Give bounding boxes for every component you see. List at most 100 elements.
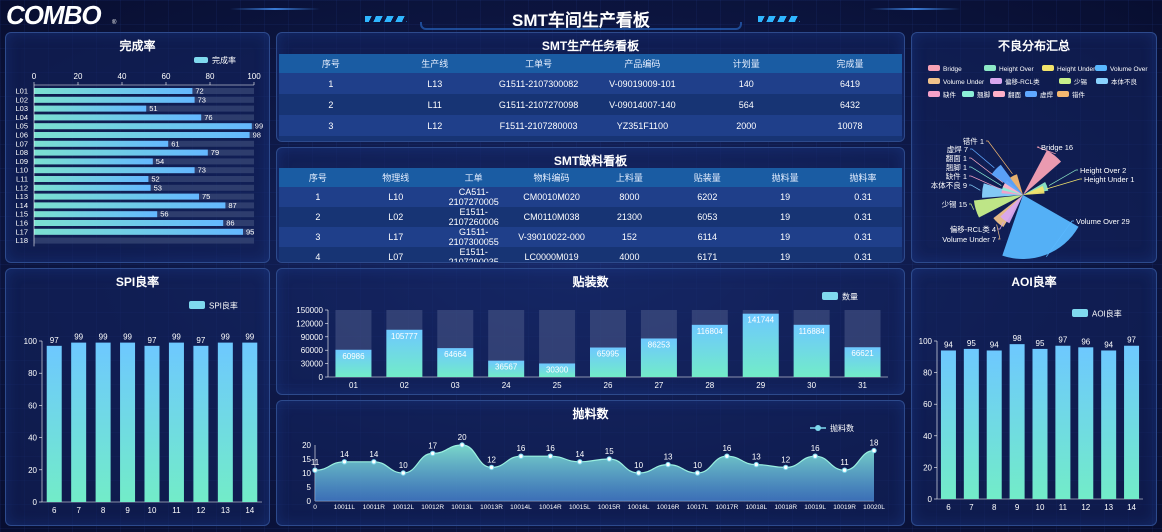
category-label: L11 xyxy=(16,175,28,184)
column-header: 工单 xyxy=(464,173,483,183)
header: COMBO ® SMT车间生产看板 xyxy=(0,0,1162,30)
data-label: 95 xyxy=(1036,339,1045,348)
table-row[interactable]: 3 L12 F1511-2107280003 YZ351F1100 2000 10078 xyxy=(279,115,902,136)
table-cell: 3 xyxy=(328,120,334,131)
x-tick-label: 11 xyxy=(172,506,181,515)
slice-label: Height Over 2 xyxy=(1080,166,1126,175)
column-header: 完成量 xyxy=(836,59,864,69)
data-label: 105777 xyxy=(391,332,418,341)
x-tick-label: 0 xyxy=(313,504,317,511)
data-label: 98 xyxy=(253,131,261,140)
data-label: 95 xyxy=(246,227,254,236)
bar xyxy=(34,167,195,174)
x-tick-label: 6 xyxy=(946,503,951,512)
data-label: 12 xyxy=(781,455,790,464)
data-label: 76 xyxy=(204,113,212,122)
table-cell: 0.31 xyxy=(854,232,872,242)
category-label: L02 xyxy=(15,95,28,104)
legend-swatch xyxy=(993,91,1005,97)
x-tick-label: 10017R xyxy=(716,504,739,511)
data-label: 97 xyxy=(196,336,205,345)
data-label: 36567 xyxy=(495,363,518,372)
x-tick-label: 30 xyxy=(807,381,816,390)
table-row[interactable]: 2 L11 G1511-2107270098 V-09014007-140 564 643… xyxy=(279,94,902,115)
legend-swatch xyxy=(990,78,1002,84)
x-tick-label: 10 xyxy=(1036,503,1045,512)
table-row[interactable]: 3 L17 G1511-2107300055 V-39010022-000 152 611… xyxy=(279,227,902,247)
data-point xyxy=(429,450,436,457)
aoi-panel: AOI良率 AOI良率 0 20 40 60 80 100 94 6 95 7 94 8 98 9 95 10 9… xyxy=(911,268,1157,526)
bar xyxy=(34,202,226,209)
category-label: L03 xyxy=(15,104,28,113)
legend-swatch xyxy=(1057,91,1069,97)
x-tick-label: 8 xyxy=(992,503,997,512)
data-label: 61 xyxy=(171,139,179,148)
data-label: 73 xyxy=(198,95,206,104)
table-row[interactable]: 4 L07 E1511-2107290035 LC0000M019 4000 6171 19… xyxy=(279,247,902,263)
data-label: 11 xyxy=(311,458,320,467)
spi-panel: SPI良率 SPI良率 0 20 40 60 80 100 97 6 99 7 99 8 99 9 97 10 9… xyxy=(5,268,270,526)
data-point xyxy=(488,464,495,471)
slice-label: Volume Under 7 xyxy=(942,235,996,244)
defects-panel: 不良分布汇总 Bridge Height Over Height Under Volu… xyxy=(911,32,1157,263)
table-cell: 6419 xyxy=(840,78,861,89)
bar xyxy=(1055,345,1071,499)
y-tick-label: 0 xyxy=(319,373,324,382)
data-point xyxy=(606,456,612,462)
data-label: 10 xyxy=(634,461,643,470)
table-cell: E1511-2107260006 xyxy=(448,207,499,227)
x-tick-label: 10019L xyxy=(804,504,826,511)
legend-label: Volume Under xyxy=(943,79,985,86)
table-row[interactable]: 2 L02 E1511-2107260006 CM0110M038 21300 6053 1… xyxy=(279,207,902,227)
data-label: 14 xyxy=(369,450,378,459)
y-tick-label: 30000 xyxy=(301,360,324,369)
table-cell: 6171 xyxy=(697,252,718,262)
table-row[interactable]: 4L09F2511-2107280001YZ353F24002510610 xyxy=(279,136,902,143)
data-label: 99 xyxy=(99,333,108,342)
bar xyxy=(34,105,147,112)
category-label: L06 xyxy=(15,131,28,140)
shortage-panel: SMT缺料看板 序号 物理线 工单 物料编码 上料量 贴装量 抛料量 抛料率 1 L10 CA511… xyxy=(276,147,905,263)
data-label: 14 xyxy=(340,450,349,459)
data-label: 116884 xyxy=(799,327,826,336)
bar xyxy=(95,342,111,502)
column-header: 生产线 xyxy=(421,59,449,69)
slice-label: 偏移-RCL类 4 xyxy=(950,224,996,234)
table-cell: 25 xyxy=(694,142,798,143)
data-label: 99 xyxy=(172,333,181,342)
bar xyxy=(144,345,160,502)
data-label: 116804 xyxy=(697,327,724,336)
data-label: 87 xyxy=(228,201,236,210)
data-label: 99 xyxy=(245,333,254,342)
mount-panel: 贴装数 数量 0 30000 60000 90000 120000 150000 60986 0… xyxy=(276,268,905,395)
x-tick-label: 9 xyxy=(125,506,130,515)
x-tick-label: 14 xyxy=(1127,503,1136,512)
y-tick-label: 120000 xyxy=(296,319,323,328)
slice-label: 少锡 15 xyxy=(942,200,967,209)
table-cell: 4 xyxy=(315,252,321,262)
table-cell: L07 xyxy=(388,252,404,262)
table-cell: L11 xyxy=(427,99,442,110)
data-label: 86 xyxy=(226,219,234,228)
data-label: 10 xyxy=(693,461,702,470)
x-tick-label: 10012L xyxy=(392,504,414,511)
table-cell: 10078 xyxy=(837,120,863,131)
x-tick-label: 24 xyxy=(502,381,511,390)
data-label: 94 xyxy=(1104,340,1113,349)
data-label: 13 xyxy=(664,453,673,462)
x-tick-label: 13 xyxy=(221,506,230,515)
legend-label: Bridge xyxy=(943,66,962,73)
y-tick-label: 5 xyxy=(307,483,312,492)
data-label: 14 xyxy=(575,450,584,459)
data-label: 13 xyxy=(752,453,761,462)
table-cell: V-39010022-000 xyxy=(518,232,585,242)
data-label: 16 xyxy=(722,444,731,453)
table-row[interactable]: 1 L13 G1511-2107300082 V-09019009-101 140 641… xyxy=(279,73,902,94)
bar xyxy=(986,350,1002,499)
x-tick-label: 10017L xyxy=(687,504,709,511)
data-label: 15 xyxy=(605,447,614,456)
table-row[interactable]: 1 L10 CA511-2107270005 CM0010M020 8000 6202 19… xyxy=(279,187,902,207)
category-label: L14 xyxy=(15,201,28,210)
y-tick-label: 150000 xyxy=(296,306,323,315)
table-cell: E1511-2107290035 xyxy=(448,247,499,263)
